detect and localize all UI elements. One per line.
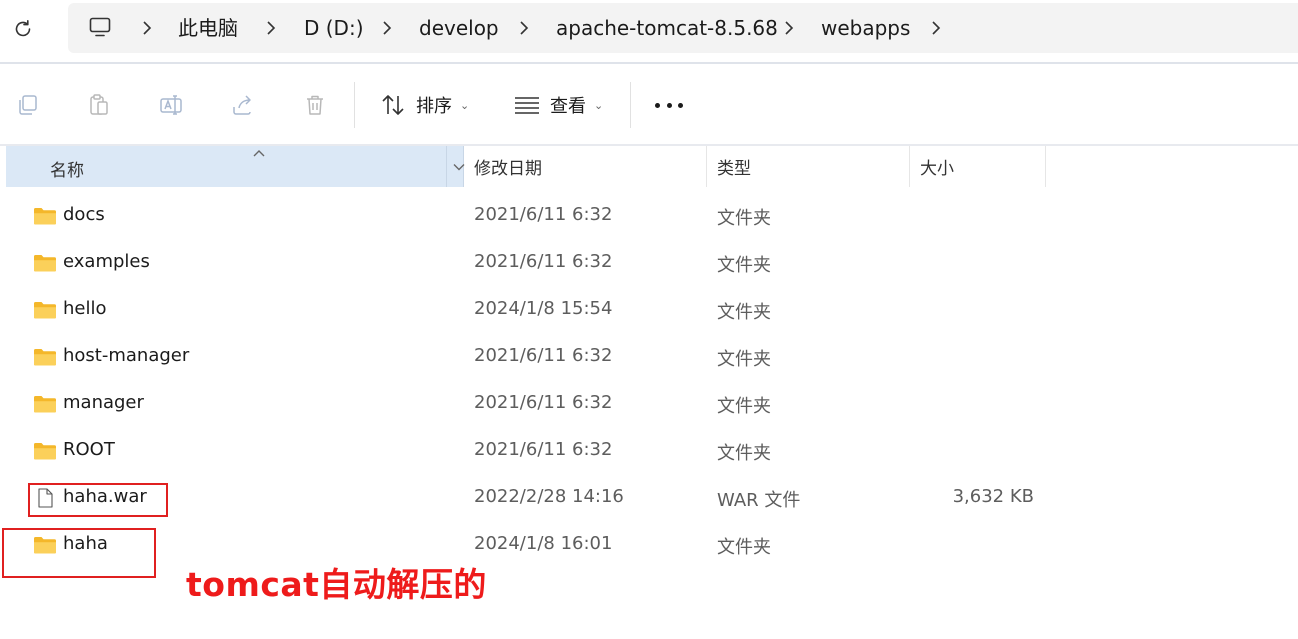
chevron-down-icon: ⌄ bbox=[594, 98, 604, 112]
sort-icon bbox=[382, 95, 404, 115]
highlight-box bbox=[28, 483, 168, 517]
sort-label: 排序 bbox=[416, 96, 452, 117]
column-header-modified[interactable]: 修改日期 bbox=[464, 146, 707, 187]
column-header-name[interactable]: 名称 bbox=[6, 146, 464, 187]
chevron-right-icon[interactable] bbox=[380, 18, 394, 38]
file-type: 文件夹 bbox=[717, 396, 771, 417]
more-dot bbox=[678, 102, 683, 108]
more-dot bbox=[655, 102, 660, 108]
file-modified: 2022/2/28 14:16 bbox=[474, 486, 624, 507]
view-label: 查看 bbox=[550, 96, 586, 117]
file-modified: 2024/1/8 15:54 bbox=[474, 298, 613, 319]
column-label-type: 类型 bbox=[717, 159, 751, 179]
divider bbox=[354, 82, 355, 128]
annotation-text: tomcat自动解压的 bbox=[186, 565, 487, 604]
file-modified: 2021/6/11 6:32 bbox=[474, 345, 613, 366]
refresh-icon bbox=[15, 20, 31, 37]
file-modified: 2021/6/11 6:32 bbox=[474, 439, 613, 460]
file-modified: 2021/6/11 6:32 bbox=[474, 204, 613, 225]
trash-icon bbox=[307, 95, 323, 115]
column-label-size: 大小 bbox=[920, 159, 954, 179]
more-dot bbox=[666, 102, 672, 108]
folder-icon bbox=[34, 255, 56, 272]
folder-icon bbox=[34, 302, 56, 319]
file-row[interactable]: docs 2021/6/11 6:32 文件夹 bbox=[0, 193, 1298, 240]
chevron-right-icon[interactable] bbox=[264, 18, 278, 38]
view-button[interactable]: 查看 ⌄ bbox=[514, 90, 603, 120]
divider bbox=[630, 82, 631, 128]
sort-ascending-icon bbox=[253, 150, 265, 157]
file-name[interactable]: docs bbox=[63, 204, 105, 225]
file-type: 文件夹 bbox=[717, 537, 771, 558]
file-type: 文件夹 bbox=[717, 349, 771, 370]
file-row[interactable]: hello 2024/1/8 15:54 文件夹 bbox=[0, 287, 1298, 334]
share-button[interactable] bbox=[230, 92, 256, 118]
column-header: 名称 修改日期 类型 大小 bbox=[0, 146, 1298, 188]
file-row[interactable]: manager 2021/6/11 6:32 文件夹 bbox=[0, 381, 1298, 428]
breadcrumb-item-this-pc[interactable]: 此电脑 bbox=[178, 16, 238, 40]
file-size: 3,632 KB bbox=[952, 486, 1034, 507]
sort-button[interactable]: 排序 ⌄ bbox=[380, 90, 469, 120]
column-header-size[interactable]: 大小 bbox=[910, 146, 1046, 187]
address-row: 此电脑 D (D:) develop apache-tomcat-8.5.68 … bbox=[0, 0, 1298, 60]
file-row[interactable]: host-manager 2021/6/11 6:32 文件夹 bbox=[0, 334, 1298, 381]
rename-icon bbox=[160, 95, 182, 115]
breadcrumb[interactable]: 此电脑 D (D:) develop apache-tomcat-8.5.68 … bbox=[68, 3, 1298, 53]
chevron-right-icon[interactable] bbox=[782, 18, 796, 38]
column-label-modified: 修改日期 bbox=[474, 159, 542, 179]
file-name[interactable]: manager bbox=[63, 392, 144, 413]
file-type: 文件夹 bbox=[717, 208, 771, 229]
file-name[interactable]: ROOT bbox=[63, 439, 115, 460]
chevron-right-icon[interactable] bbox=[929, 18, 943, 38]
file-row[interactable]: haha.war 2022/2/28 14:16 WAR 文件 3,632 KB bbox=[0, 475, 1298, 522]
chevron-down-icon: ⌄ bbox=[460, 98, 470, 112]
breadcrumb-item-drive-d[interactable]: D (D:) bbox=[304, 16, 364, 40]
chevron-down-icon bbox=[453, 163, 464, 170]
clipboard-icon bbox=[90, 94, 108, 115]
file-type: WAR 文件 bbox=[717, 490, 801, 511]
file-row[interactable]: ROOT 2021/6/11 6:32 文件夹 bbox=[0, 428, 1298, 475]
file-name[interactable]: hello bbox=[63, 298, 107, 319]
column-label-name: 名称 bbox=[50, 161, 84, 181]
delete-button[interactable] bbox=[302, 92, 328, 118]
copy-button[interactable] bbox=[14, 92, 40, 118]
highlight-box bbox=[2, 528, 156, 578]
breadcrumb-item-webapps[interactable]: webapps bbox=[821, 16, 910, 40]
paste-button[interactable] bbox=[86, 92, 112, 118]
file-type: 文件夹 bbox=[717, 443, 771, 464]
folder-icon bbox=[34, 443, 56, 460]
folder-icon bbox=[34, 349, 56, 366]
this-pc-icon[interactable] bbox=[88, 15, 112, 39]
copy-icon bbox=[19, 95, 37, 115]
rename-button[interactable] bbox=[158, 92, 184, 118]
file-modified: 2021/6/11 6:32 bbox=[474, 251, 613, 272]
chevron-right-icon[interactable] bbox=[140, 18, 154, 38]
breadcrumb-item-tomcat[interactable]: apache-tomcat-8.5.68 bbox=[556, 16, 778, 40]
column-header-type[interactable]: 类型 bbox=[707, 146, 910, 187]
share-icon bbox=[233, 95, 251, 115]
chevron-right-icon[interactable] bbox=[517, 18, 531, 38]
file-modified: 2024/1/8 16:01 bbox=[474, 533, 613, 554]
file-name[interactable]: host-manager bbox=[63, 345, 189, 366]
view-list-icon bbox=[515, 97, 539, 114]
file-type: 文件夹 bbox=[717, 302, 771, 323]
file-row[interactable]: examples 2021/6/11 6:32 文件夹 bbox=[0, 240, 1298, 287]
folder-icon bbox=[34, 396, 56, 413]
folder-icon bbox=[34, 208, 56, 225]
file-modified: 2021/6/11 6:32 bbox=[474, 392, 613, 413]
file-name[interactable]: examples bbox=[63, 251, 150, 272]
breadcrumb-item-develop[interactable]: develop bbox=[419, 16, 499, 40]
refresh-button[interactable] bbox=[10, 16, 36, 42]
file-type: 文件夹 bbox=[717, 255, 771, 276]
command-bar: 排序 ⌄ 查看 ⌄ bbox=[0, 64, 1298, 144]
more-options-button[interactable] bbox=[652, 92, 686, 118]
